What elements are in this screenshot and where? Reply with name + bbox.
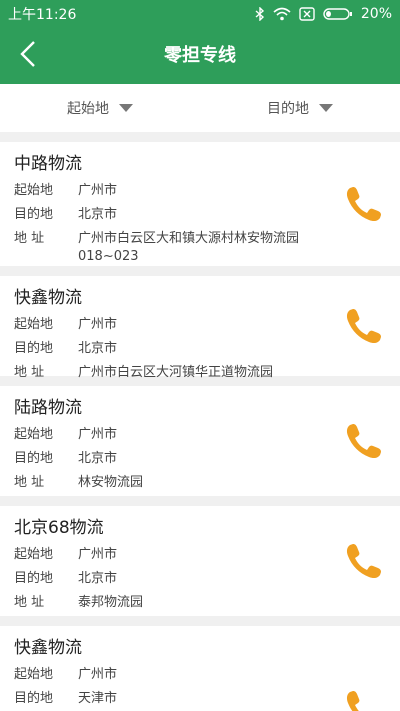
company-name: 北京68物流 xyxy=(14,518,104,538)
origin-filter[interactable]: 起始地 xyxy=(0,84,200,132)
list-item[interactable]: 陆路物流 起始地 广州市 目的地 北京市 地 址 林安物流园 xyxy=(0,386,400,496)
call-button[interactable] xyxy=(342,304,386,348)
destination-label: 目的地 xyxy=(14,451,54,466)
battery-percent: 20% xyxy=(360,6,392,22)
list-item[interactable]: 快鑫物流 起始地 广州市 目的地 北京市 地 址广州市白云区大河镇华正道物流园 xyxy=(0,276,400,380)
battery-icon xyxy=(323,7,353,21)
triangle-down-icon xyxy=(119,104,133,112)
address-label: 地 址 xyxy=(14,595,45,610)
no-sim-icon xyxy=(299,7,315,21)
filter-bar: 起始地 目的地 xyxy=(0,84,400,132)
back-button[interactable] xyxy=(10,38,46,74)
wifi-icon xyxy=(273,7,291,21)
origin-label: 起始地 xyxy=(14,667,54,682)
company-name: 快鑫物流 xyxy=(14,638,82,658)
origin-value: 广州市 xyxy=(78,183,118,198)
destination-label: 目的地 xyxy=(14,341,54,356)
address-value: 林安物流园 xyxy=(78,475,144,490)
phone-icon xyxy=(342,187,386,230)
call-button[interactable] xyxy=(342,539,386,583)
phone-icon xyxy=(342,424,386,467)
origin-label: 起始地 xyxy=(14,427,54,442)
origin-value: 广州市 xyxy=(78,547,118,562)
address-label: 地 址 xyxy=(14,231,45,246)
destination-value: 北京市 xyxy=(78,451,118,466)
destination-label: 目的地 xyxy=(14,207,54,222)
origin-label: 起始地 xyxy=(14,317,54,332)
status-time: 上午11:26 xyxy=(8,7,77,23)
call-button[interactable] xyxy=(342,182,386,226)
address-value: 广州市白云区大和镇大源村林安物流园018~023 xyxy=(78,231,300,264)
origin-label: 起始地 xyxy=(14,547,54,562)
bluetooth-icon xyxy=(255,7,265,21)
destination-filter[interactable]: 目的地 xyxy=(200,84,400,132)
list-item[interactable]: 快鑫物流 起始地 广州市 目的地 天津市 xyxy=(0,626,400,711)
call-button[interactable] xyxy=(342,419,386,463)
address-label: 地 址 xyxy=(14,365,45,380)
origin-value: 广州市 xyxy=(78,667,118,682)
origin-value: 广州市 xyxy=(78,427,118,442)
address-value: 广州市白云区大河镇华正道物流园 xyxy=(78,365,274,380)
destination-value: 天津市 xyxy=(78,691,118,706)
status-bar: 上午11:26 20% xyxy=(0,0,400,28)
origin-filter-label: 起始地 xyxy=(67,101,109,117)
list-item[interactable]: 北京68物流 起始地 广州市 目的地 北京市 地 址 泰邦物流园 xyxy=(0,506,400,616)
company-list[interactable]: 中路物流 起始地 广州市 目的地 北京市 地 址广州市白云区大和镇大源村林安物流园0… xyxy=(0,132,400,711)
destination-label: 目的地 xyxy=(14,691,54,706)
address-label: 地 址 xyxy=(14,475,45,490)
origin-label: 起始地 xyxy=(14,183,54,198)
phone-icon xyxy=(342,309,386,352)
list-item[interactable]: 中路物流 起始地 广州市 目的地 北京市 地 址 广州市白云区大和镇大源村林安物流园0… xyxy=(0,142,400,266)
destination-filter-label: 目的地 xyxy=(267,101,309,117)
destination-value: 北京市 xyxy=(78,207,118,222)
chevron-left-icon xyxy=(18,40,38,72)
company-name: 中路物流 xyxy=(14,154,82,174)
origin-value: 广州市 xyxy=(78,317,118,332)
page-title: 零担专线 xyxy=(164,45,236,66)
company-name: 陆路物流 xyxy=(14,398,82,418)
status-icons: 20% xyxy=(255,6,392,22)
destination-value: 北京市 xyxy=(78,571,118,586)
triangle-down-icon xyxy=(319,104,333,112)
title-bar: 零担专线 xyxy=(0,28,400,84)
destination-label: 目的地 xyxy=(14,571,54,586)
phone-icon xyxy=(342,544,386,587)
address-value: 泰邦物流园 xyxy=(78,595,144,610)
destination-value: 北京市 xyxy=(78,341,118,356)
call-button[interactable] xyxy=(342,686,386,711)
